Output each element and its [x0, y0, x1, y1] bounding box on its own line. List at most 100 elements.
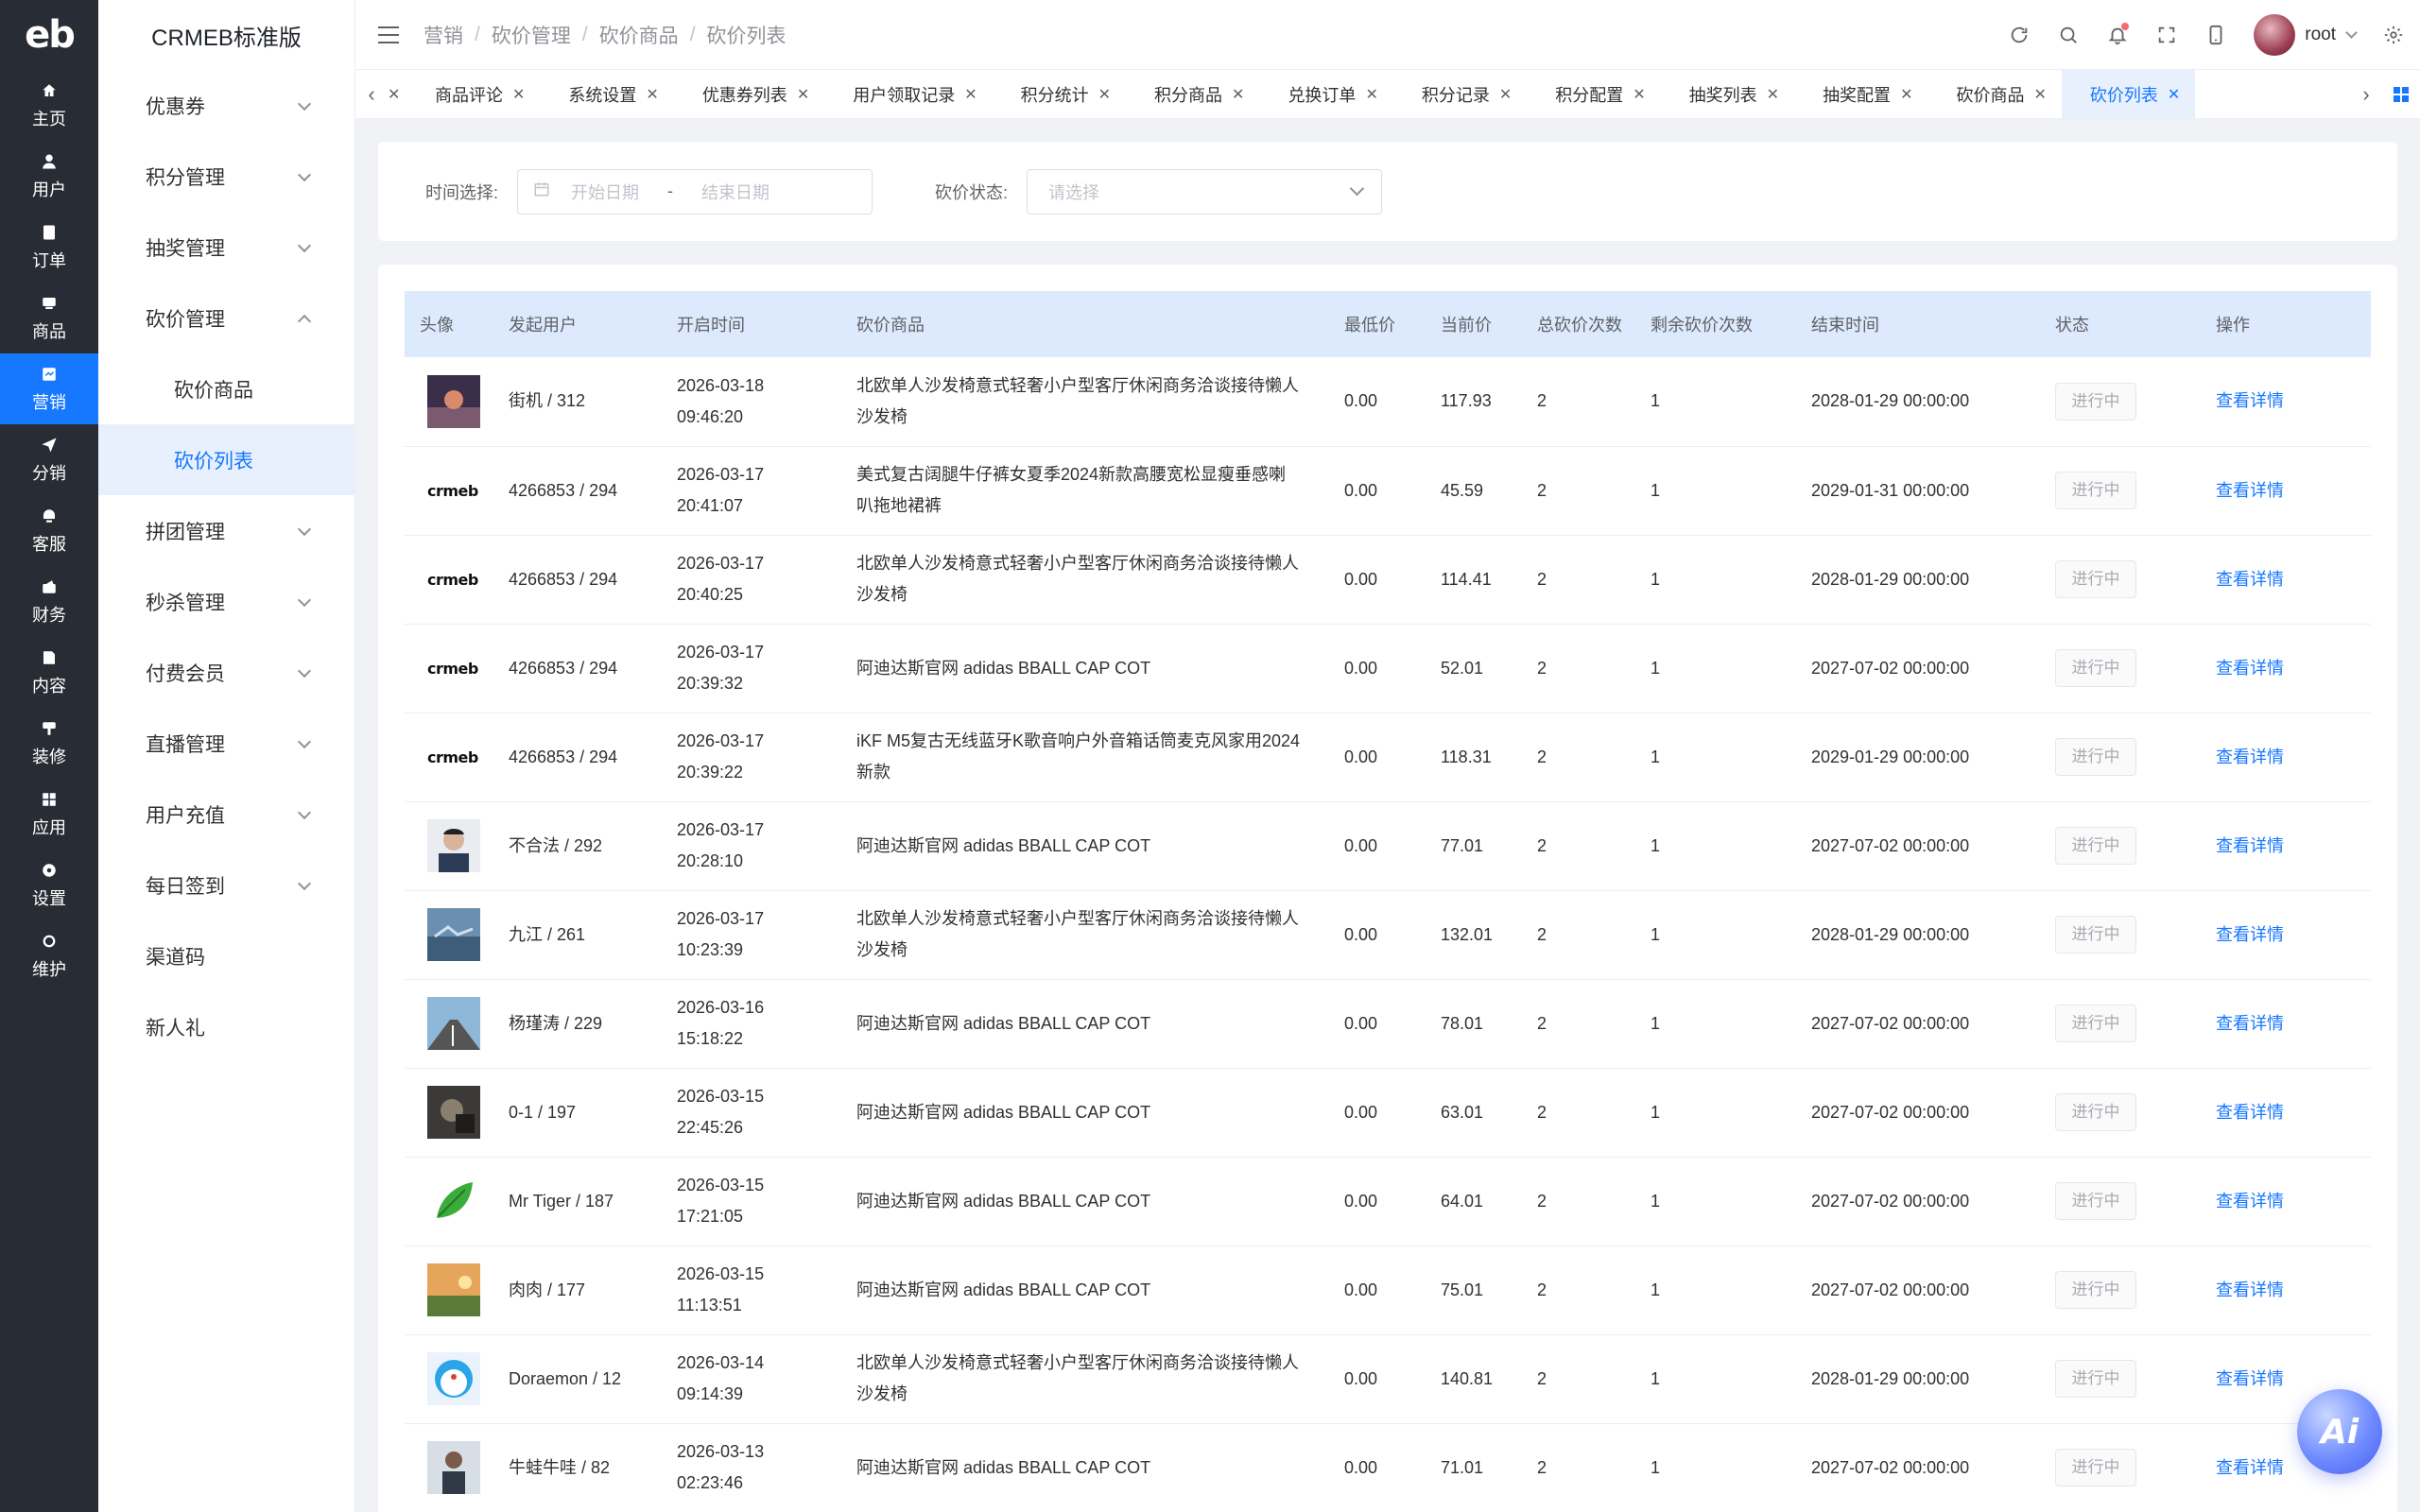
notification-bell-icon[interactable]	[2093, 23, 2142, 45]
close-icon[interactable]: ✕	[1232, 85, 1244, 104]
avatar[interactable]: crmeb	[427, 482, 478, 500]
close-icon[interactable]: ✕	[388, 85, 406, 104]
close-icon[interactable]: ✕	[2033, 85, 2046, 104]
avatar[interactable]: crmeb	[427, 748, 478, 766]
close-icon[interactable]: ✕	[1633, 85, 1645, 104]
chevron-down-icon[interactable]	[2345, 26, 2358, 39]
view-details-link[interactable]: 查看详情	[2216, 836, 2284, 855]
menu-item-lottery[interactable]: 抽奖管理	[98, 212, 354, 283]
menu-item-bargain-products[interactable]: 砍价商品	[98, 353, 354, 424]
rail-item[interactable]: 应用	[0, 779, 98, 850]
settings-gear-icon[interactable]	[2377, 25, 2411, 45]
menu-toggle-icon[interactable]	[378, 26, 399, 43]
tab[interactable]: 积分记录 ✕	[1393, 70, 1527, 118]
rail-item[interactable]: 分销	[0, 424, 98, 495]
tabs-scroll-left-icon[interactable]: ‹	[355, 70, 388, 118]
rail-item[interactable]: 装修	[0, 708, 98, 779]
avatar[interactable]	[427, 1175, 480, 1228]
rail-item[interactable]: 内容	[0, 637, 98, 708]
menu-item-bargain-list[interactable]: 砍价列表	[98, 424, 354, 495]
view-details-link[interactable]: 查看详情	[2216, 481, 2284, 500]
view-details-link[interactable]: 查看详情	[2216, 747, 2284, 766]
rail-item[interactable]: 客服	[0, 495, 98, 566]
view-details-link[interactable]: 查看详情	[2216, 1280, 2284, 1299]
close-icon[interactable]: ✕	[964, 85, 977, 104]
menu-item-newcomer-gift[interactable]: 新人礼	[98, 991, 354, 1062]
tab[interactable]: 用户领取记录 ✕	[824, 70, 992, 118]
mobile-preview-icon[interactable]	[2191, 25, 2240, 45]
tab[interactable]: 商品评论 ✕	[406, 70, 540, 118]
rail-item[interactable]: 主页	[0, 70, 98, 141]
tab[interactable]: 积分统计 ✕	[993, 70, 1126, 118]
search-icon[interactable]	[2044, 25, 2093, 45]
tabs-scroll-right-icon[interactable]: ›	[2350, 70, 2382, 118]
ai-assistant-button[interactable]: Ai	[2297, 1389, 2382, 1474]
close-icon[interactable]: ✕	[646, 85, 658, 104]
start-date-input[interactable]: 开始日期	[571, 180, 639, 204]
tab[interactable]: 抽奖列表 ✕	[1661, 70, 1794, 118]
avatar[interactable]	[427, 819, 480, 872]
tab[interactable]: 砍价列表 ✕	[2061, 70, 2196, 118]
view-details-link[interactable]: 查看详情	[2216, 1014, 2284, 1033]
close-icon[interactable]: ✕	[1767, 85, 1779, 104]
avatar[interactable]	[427, 1441, 480, 1494]
close-icon[interactable]: ✕	[512, 85, 525, 104]
user-avatar[interactable]	[2254, 14, 2296, 56]
view-details-link[interactable]: 查看详情	[2216, 391, 2284, 410]
user-name[interactable]: root	[2305, 25, 2336, 45]
menu-item-points[interactable]: 积分管理	[98, 141, 354, 212]
view-details-link[interactable]: 查看详情	[2216, 925, 2284, 944]
rail-item[interactable]: 财务	[0, 566, 98, 637]
app-logo[interactable]: eb	[0, 0, 98, 70]
close-icon[interactable]: ✕	[2168, 85, 2180, 104]
view-details-link[interactable]: 查看详情	[2216, 1458, 2284, 1477]
view-details-link[interactable]: 查看详情	[2216, 1103, 2284, 1122]
close-icon[interactable]: ✕	[1098, 85, 1111, 104]
end-date-input[interactable]: 结束日期	[701, 180, 769, 204]
breadcrumb-item[interactable]: 砍价管理	[492, 21, 571, 49]
menu-item-flash-sale[interactable]: 秒杀管理	[98, 566, 354, 637]
avatar[interactable]	[427, 1352, 480, 1405]
avatar[interactable]: crmeb	[427, 660, 478, 678]
breadcrumb-item[interactable]: 砍价商品	[599, 21, 679, 49]
rail-item[interactable]: 设置	[0, 850, 98, 920]
tab[interactable]: 优惠券列表 ✕	[674, 70, 824, 118]
view-details-link[interactable]: 查看详情	[2216, 1369, 2284, 1388]
menu-item-coupons[interactable]: 优惠券	[98, 70, 354, 141]
rail-item[interactable]: 订单	[0, 212, 98, 283]
tab[interactable]: 抽奖配置 ✕	[1794, 70, 1927, 118]
menu-item-paid-member[interactable]: 付费会员	[98, 637, 354, 708]
rail-item[interactable]: 用户	[0, 141, 98, 212]
refresh-icon[interactable]	[1995, 25, 2044, 45]
tabs-menu-grid-icon[interactable]	[2394, 87, 2409, 102]
menu-item-channel-code[interactable]: 渠道码	[98, 920, 354, 991]
avatar[interactable]	[427, 1086, 480, 1139]
date-range-picker[interactable]: 开始日期 - 结束日期	[517, 168, 873, 215]
menu-item-checkin[interactable]: 每日签到	[98, 850, 354, 920]
tab[interactable]: 兑换订单 ✕	[1259, 70, 1392, 118]
fullscreen-icon[interactable]	[2142, 25, 2191, 45]
menu-item-recharge[interactable]: 用户充值	[98, 779, 354, 850]
tab[interactable]: 砍价商品 ✕	[1927, 70, 2061, 118]
avatar[interactable]	[427, 1263, 480, 1316]
close-icon[interactable]: ✕	[797, 85, 809, 104]
close-icon[interactable]: ✕	[1365, 85, 1377, 104]
avatar[interactable]	[427, 374, 480, 428]
rail-item[interactable]: 维护	[0, 920, 98, 991]
avatar[interactable]: crmeb	[427, 571, 478, 589]
view-details-link[interactable]: 查看详情	[2216, 1192, 2284, 1211]
rail-item[interactable]: 营销	[0, 353, 98, 424]
avatar[interactable]	[427, 997, 480, 1050]
menu-item-live[interactable]: 直播管理	[98, 708, 354, 779]
tab[interactable]: 积分配置 ✕	[1527, 70, 1660, 118]
view-details-link[interactable]: 查看详情	[2216, 659, 2284, 678]
menu-item-group-buy[interactable]: 拼团管理	[98, 495, 354, 566]
tab[interactable]: 系统设置 ✕	[540, 70, 673, 118]
avatar[interactable]	[427, 908, 480, 961]
breadcrumb-item[interactable]: 营销	[424, 21, 463, 49]
rail-item[interactable]: 商品	[0, 283, 98, 353]
view-details-link[interactable]: 查看详情	[2216, 570, 2284, 589]
tab[interactable]: 积分商品 ✕	[1126, 70, 1259, 118]
menu-item-bargain[interactable]: 砍价管理	[98, 283, 354, 353]
close-icon[interactable]: ✕	[1900, 85, 1912, 104]
